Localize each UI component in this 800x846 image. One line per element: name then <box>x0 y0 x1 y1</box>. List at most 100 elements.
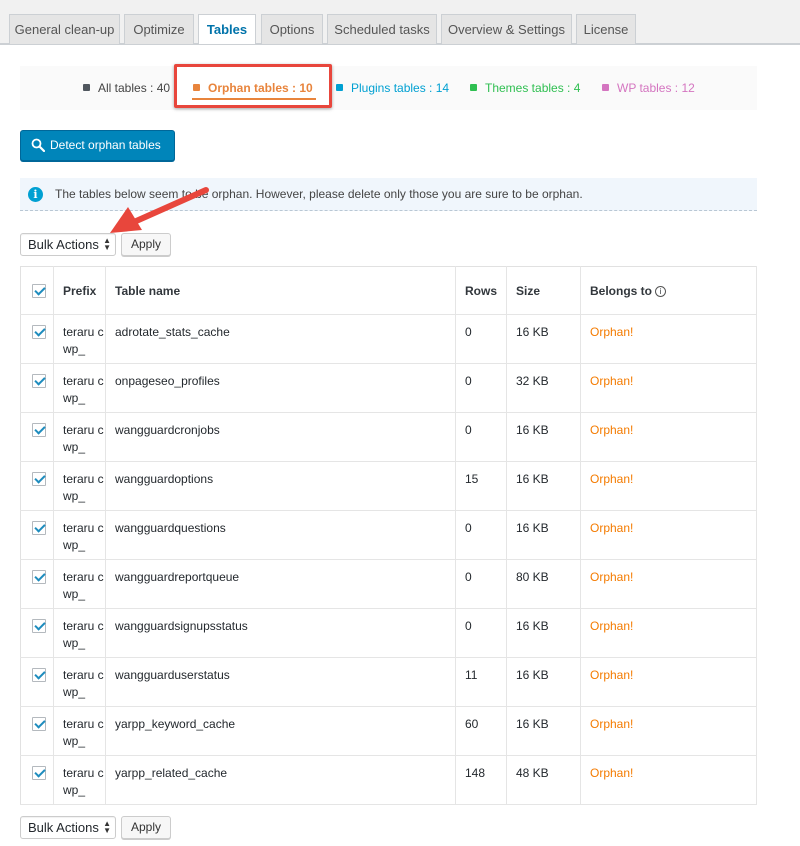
row-checkbox[interactable] <box>32 472 46 486</box>
row-checkbox-cell <box>20 657 54 707</box>
tab-general-cleanup[interactable]: General clean-up <box>9 14 120 44</box>
row-table-name: wangguarduserstatus <box>105 657 456 707</box>
table-row: teraru cwp_ wangguardcronjobs 0 16 KB Orphan… <box>20 412 757 462</box>
orphan-tables-table: Prefix Table name Rows Size Belongs to i … <box>20 266 757 805</box>
row-checkbox[interactable] <box>32 423 46 437</box>
row-prefix: teraru cwp_ <box>53 559 106 609</box>
row-checkbox-cell <box>20 510 54 560</box>
row-table-name: wangguardsignupsstatus <box>105 608 456 658</box>
row-prefix: teraru cwp_ <box>53 608 106 658</box>
select-arrows-icon: ▲ ▼ <box>103 819 111 835</box>
row-table-name: wangguardcronjobs <box>105 412 456 462</box>
filter-wp-tables[interactable]: WP tables : 12 <box>602 81 695 95</box>
filter-plugins-tables[interactable]: Plugins tables : 14 <box>336 81 449 95</box>
row-size: 16 KB <box>506 461 581 511</box>
row-belongs-to: Orphan! <box>580 657 757 707</box>
table-row: teraru cwp_ wangguardsignupsstatus 0 16 KB O… <box>20 608 757 658</box>
filter-themes-label: Themes tables : 4 <box>485 81 581 95</box>
row-table-name: wangguardquestions <box>105 510 456 560</box>
row-size: 16 KB <box>506 608 581 658</box>
belongs-to-label: Belongs to <box>590 283 652 298</box>
filter-all-tables[interactable]: All tables : 40 <box>83 81 170 95</box>
detect-orphan-tables-button[interactable]: Detect orphan tables <box>20 130 175 161</box>
info-icon: i <box>28 187 43 202</box>
row-size: 16 KB <box>506 706 581 756</box>
tab-tables[interactable]: Tables <box>198 14 256 45</box>
bulk-actions-label: Bulk Actions <box>28 820 99 835</box>
row-table-name: yarpp_keyword_cache <box>105 706 456 756</box>
table-row: teraru cwp_ wangguardoptions 15 16 KB Orphan… <box>20 461 757 511</box>
wp-tables-swatch-icon <box>602 84 609 91</box>
row-checkbox-cell <box>20 412 54 462</box>
all-tables-swatch-icon <box>83 84 90 91</box>
row-belongs-to: Orphan! <box>580 608 757 658</box>
row-belongs-to: Orphan! <box>580 510 757 560</box>
table-row: teraru cwp_ yarpp_keyword_cache 60 16 KB Orp… <box>20 706 757 756</box>
detect-button-label: Detect orphan tables <box>50 138 161 152</box>
row-rows-count: 15 <box>455 461 507 511</box>
table-row: teraru cwp_ yarpp_related_cache 148 48 KB Or… <box>20 755 757 805</box>
row-checkbox[interactable] <box>32 668 46 682</box>
row-checkbox[interactable] <box>32 717 46 731</box>
row-rows-count: 0 <box>455 510 507 560</box>
row-belongs-to: Orphan! <box>580 755 757 805</box>
select-all-cell <box>20 266 54 315</box>
row-checkbox[interactable] <box>32 325 46 339</box>
row-checkbox-cell <box>20 608 54 658</box>
belongs-to-header: Belongs to i <box>580 266 757 315</box>
row-size: 80 KB <box>506 559 581 609</box>
tab-optimize[interactable]: Optimize <box>124 14 194 44</box>
row-checkbox[interactable] <box>32 374 46 388</box>
row-checkbox-cell <box>20 755 54 805</box>
row-prefix: teraru cwp_ <box>53 755 106 805</box>
row-checkbox[interactable] <box>32 570 46 584</box>
notice-text: The tables below seem to be orphan. Howe… <box>55 187 583 201</box>
filter-orphan-label: Orphan tables : 10 <box>208 81 313 95</box>
row-rows-count: 148 <box>455 755 507 805</box>
row-checkbox-cell <box>20 706 54 756</box>
row-checkbox-cell <box>20 461 54 511</box>
row-checkbox[interactable] <box>32 619 46 633</box>
search-icon <box>31 138 45 152</box>
tab-options[interactable]: Options <box>261 14 323 44</box>
filter-themes-tables[interactable]: Themes tables : 4 <box>470 81 580 95</box>
tab-scheduled-tasks[interactable]: Scheduled tasks <box>327 14 437 44</box>
table-name-header: Table name <box>105 266 456 315</box>
table-row: teraru cwp_ onpageseo_profiles 0 32 KB Orpha… <box>20 363 757 413</box>
row-table-name: wangguardreportqueue <box>105 559 456 609</box>
table-row: teraru cwp_ wangguardquestions 0 16 KB Orpha… <box>20 510 757 560</box>
row-belongs-to: Orphan! <box>580 363 757 413</box>
row-prefix: teraru cwp_ <box>53 314 106 364</box>
select-arrows-icon: ▲ ▼ <box>103 236 111 252</box>
row-checkbox-cell <box>20 559 54 609</box>
row-prefix: teraru cwp_ <box>53 363 106 413</box>
info-icon[interactable]: i <box>655 285 666 297</box>
row-belongs-to: Orphan! <box>580 559 757 609</box>
row-checkbox-cell <box>20 314 54 364</box>
row-size: 16 KB <box>506 657 581 707</box>
size-header: Size <box>506 266 581 315</box>
tab-overview-settings[interactable]: Overview & Settings <box>441 14 572 44</box>
tab-bar: General clean-up Optimize Tables Options… <box>0 0 800 45</box>
row-belongs-to: Orphan! <box>580 706 757 756</box>
bulk-actions-select-bottom[interactable]: Bulk Actions ▲ ▼ <box>20 816 116 839</box>
select-all-checkbox[interactable] <box>32 283 46 298</box>
prefix-header: Prefix <box>53 266 106 315</box>
orphan-active-underline <box>192 98 316 100</box>
filter-wp-label: WP tables : 12 <box>617 81 695 95</box>
apply-button-top[interactable]: Apply <box>121 233 171 256</box>
bulk-actions-select-top[interactable]: Bulk Actions ▲ ▼ <box>20 233 116 256</box>
row-size: 16 KB <box>506 510 581 560</box>
row-table-name: onpageseo_profiles <box>105 363 456 413</box>
row-rows-count: 0 <box>455 559 507 609</box>
row-rows-count: 0 <box>455 608 507 658</box>
filter-all-label: All tables : 40 <box>98 81 171 95</box>
tab-license[interactable]: License <box>576 14 636 44</box>
filter-orphan-tables[interactable]: Orphan tables : 10 <box>193 81 313 95</box>
row-checkbox[interactable] <box>32 521 46 535</box>
row-checkbox[interactable] <box>32 766 46 780</box>
row-rows-count: 0 <box>455 314 507 364</box>
row-size: 32 KB <box>506 363 581 413</box>
apply-button-bottom[interactable]: Apply <box>121 816 171 839</box>
row-belongs-to: Orphan! <box>580 314 757 364</box>
